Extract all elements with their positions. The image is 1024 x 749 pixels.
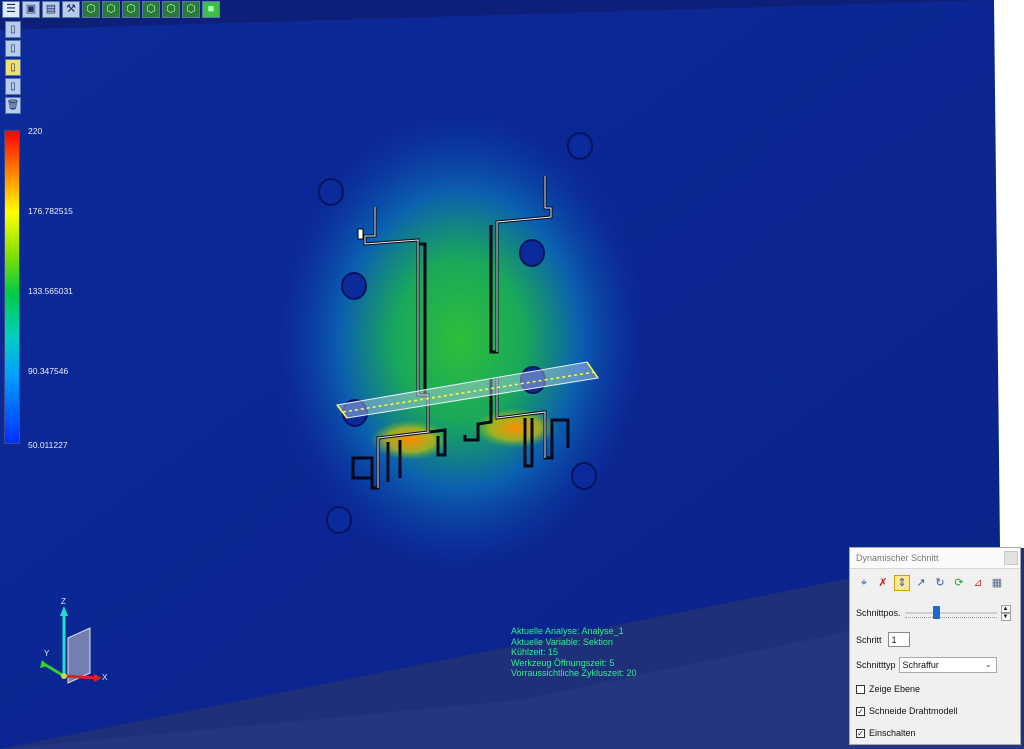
legend-min: 50.011227 bbox=[28, 440, 68, 450]
print-icon[interactable]: ▤ bbox=[42, 1, 60, 18]
panel-title: Dynamischer Schnitt bbox=[856, 553, 939, 563]
axis-z-label: Z bbox=[61, 598, 66, 606]
section-mode-icons: ⌖ ✗ ⇕ ↗ ↻ ⟳ ⊿ ▦ bbox=[850, 569, 1020, 595]
axis-x-label: X bbox=[102, 673, 108, 682]
info-open-time: Werkzeug Öffnungszeit: 5 bbox=[511, 657, 615, 668]
cube-icon[interactable]: ⬡ bbox=[182, 1, 200, 18]
cube-icon[interactable]: ⬡ bbox=[162, 1, 180, 18]
tool-icon[interactable]: ⚒ bbox=[62, 1, 80, 18]
analysis-info: Aktuelle Analyse: Analyse_1 Aktuelle Var… bbox=[511, 626, 637, 679]
dynamic-section-panel: Dynamischer Schnitt ⌖ ✗ ⇕ ↗ ↻ ⟳ ⊿ ▦ Schn… bbox=[849, 547, 1021, 745]
legend-value-4: 90.347546 bbox=[28, 366, 69, 376]
section-position-slider[interactable] bbox=[904, 605, 997, 621]
section-position-label: Schnittpos. bbox=[856, 608, 901, 618]
cylinder-icon[interactable]: ▯ bbox=[5, 40, 21, 57]
legend-value-2: 176.782515 bbox=[28, 206, 73, 216]
enable-label: Einschalten bbox=[869, 728, 916, 738]
axis-y-label: Y bbox=[44, 649, 50, 658]
cube-icon[interactable]: ⬡ bbox=[142, 1, 160, 18]
section-type-select[interactable]: Schraffur ⌄ bbox=[898, 657, 997, 673]
cube-grid-icon[interactable]: ▦ bbox=[989, 575, 1005, 591]
spin-up-icon[interactable]: ▲ bbox=[1000, 605, 1011, 613]
spin-down-icon[interactable]: ▼ bbox=[1000, 613, 1011, 621]
cube-icon[interactable]: ⬡ bbox=[82, 1, 100, 18]
info-variable: Aktuelle Variable: Sektion bbox=[511, 636, 613, 647]
cut-free-icon[interactable]: ⟳ bbox=[951, 575, 967, 591]
cut-x-icon[interactable]: ⌖ bbox=[856, 575, 872, 591]
cut-axis-icon[interactable]: ⊿ bbox=[970, 575, 986, 591]
cut-wireframe-label: Schneide Drahtmodell bbox=[869, 706, 958, 716]
info-cycle-time: Vorraussichtliche Zykluszeit: 20 bbox=[511, 668, 637, 678]
cut-y-icon[interactable]: ⇕ bbox=[894, 575, 910, 591]
side-toolbar: ▯ ▯ ▯ ▯ 🗑 bbox=[5, 21, 21, 114]
info-cooling-time: Kühlzeit: 15 bbox=[511, 647, 559, 657]
legend-value-3: 133.565031 bbox=[28, 286, 73, 296]
cut-wireframe-checkbox[interactable]: ✓ bbox=[856, 706, 865, 716]
chevron-down-icon: ⌄ bbox=[984, 660, 992, 669]
cube-icon[interactable]: ⬡ bbox=[102, 1, 120, 18]
section-type-value: Schraffur bbox=[902, 660, 939, 670]
step-label: Schritt bbox=[856, 634, 882, 645]
cut-x2-icon[interactable]: ✗ bbox=[875, 575, 891, 591]
panel-close-button[interactable] bbox=[1004, 551, 1018, 565]
color-scale-bar bbox=[4, 130, 20, 444]
position-spinner[interactable]: ▲ ▼ bbox=[1000, 605, 1011, 621]
menu-icon[interactable]: ☰ bbox=[2, 1, 20, 18]
main-toolbar: ☰ ▣ ▤ ⚒ ⬡ ⬡ ⬡ ⬡ ⬡ ⬡ ■ bbox=[2, 1, 220, 18]
info-analysis: Aktuelle Analyse: Analyse_1 bbox=[511, 626, 624, 636]
cylinder-icon[interactable]: ▯ bbox=[5, 21, 21, 38]
enable-checkbox[interactable]: ✓ bbox=[856, 728, 865, 738]
axis-triad: Z Y X bbox=[40, 598, 108, 684]
cube-icon[interactable]: ■ bbox=[202, 1, 220, 18]
show-plane-checkbox[interactable] bbox=[856, 684, 865, 694]
legend-max: 220 bbox=[28, 126, 43, 136]
trash-icon[interactable]: 🗑 bbox=[5, 97, 21, 114]
show-plane-label: Zeige Ebene bbox=[869, 684, 921, 694]
slider-thumb[interactable] bbox=[932, 606, 940, 619]
cylinder-icon[interactable]: ▯ bbox=[5, 59, 21, 76]
section-type-label: Schnitttyp bbox=[856, 660, 896, 670]
step-input[interactable]: 1 bbox=[887, 632, 910, 647]
cut-rotate-icon[interactable]: ↻ bbox=[932, 575, 948, 591]
cut-z-icon[interactable]: ↗ bbox=[913, 575, 929, 591]
cube-icon[interactable]: ⬡ bbox=[122, 1, 140, 18]
save-icon[interactable]: ▣ bbox=[22, 1, 40, 18]
cylinder-icon[interactable]: ▯ bbox=[5, 78, 21, 95]
